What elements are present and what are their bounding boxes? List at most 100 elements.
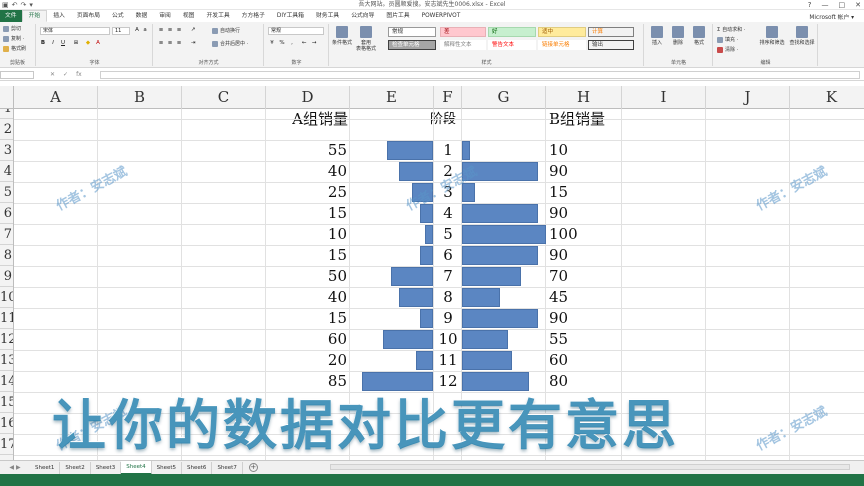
b-sales-cell[interactable]: 100 (546, 224, 578, 245)
tab-formula-wizard[interactable]: 公式向导 (345, 10, 380, 22)
row-header-16[interactable]: 16 (0, 413, 13, 434)
cell-style-5[interactable]: 检查单元格 (388, 40, 436, 50)
b-sales-cell[interactable]: 10 (546, 140, 568, 161)
a-sales-cell[interactable]: 15 (266, 308, 350, 329)
orientation-icon[interactable]: ↗ (190, 27, 196, 34)
stage-cell[interactable]: 11 (434, 350, 462, 371)
row-header-10[interactable]: 10 (0, 287, 13, 308)
row-header-9[interactable]: 9 (0, 266, 13, 287)
name-box[interactable] (0, 71, 34, 79)
b-sales-cell[interactable]: 60 (546, 350, 568, 371)
insert-cells-button[interactable]: 插入 (647, 26, 667, 46)
column-header-k[interactable]: K (790, 86, 864, 109)
column-header-b[interactable]: B (98, 86, 182, 109)
currency-icon[interactable]: ¥ (269, 40, 275, 47)
underline-button[interactable]: U (60, 40, 66, 47)
help-button[interactable]: ? (808, 0, 812, 10)
row-header-17[interactable]: 17 (0, 434, 13, 455)
number-format-select[interactable]: 常规 (268, 27, 324, 35)
row-header-14[interactable]: 14 (0, 371, 13, 392)
format-painter-button[interactable]: 格式刷 (3, 46, 26, 52)
tab-page-layout[interactable]: 页面布局 (71, 10, 106, 22)
tab-developer[interactable]: 开发工具 (200, 10, 235, 22)
cell-style-2[interactable]: 好 (488, 27, 536, 37)
find-select-button[interactable]: 查找和选择 (788, 26, 816, 46)
b-sales-cell[interactable]: 90 (546, 245, 568, 266)
enter-icon[interactable]: ✓ (63, 71, 68, 78)
row-header-6[interactable]: 6 (0, 203, 13, 224)
stage-cell[interactable]: 1 (434, 140, 462, 161)
comma-button[interactable]: , (289, 40, 295, 47)
row-header-8[interactable]: 8 (0, 245, 13, 266)
cell-style-8[interactable]: 链接单元格 (538, 40, 586, 50)
add-sheet-button[interactable]: + (248, 463, 258, 472)
a-sales-cell[interactable]: 55 (266, 140, 350, 161)
stage-cell[interactable]: 10 (434, 329, 462, 350)
grow-font-icon[interactable]: A (134, 27, 140, 34)
clear-button[interactable]: 清除 · (717, 47, 738, 53)
wrap-text-button[interactable]: 自动换行 (212, 28, 240, 34)
sheet-tab-sheet3[interactable]: Sheet3 (91, 461, 122, 474)
stage-cell[interactable]: 6 (434, 245, 462, 266)
tab-finance-tools[interactable]: 财务工具 (310, 10, 345, 22)
tab-powerpivot[interactable]: POWERPIVOT (416, 10, 467, 22)
fx-icon[interactable]: fx (76, 71, 82, 78)
align-right-icon[interactable]: ≡ (176, 40, 182, 47)
column-header-f[interactable]: F (434, 86, 462, 109)
font-color-icon[interactable]: A (95, 40, 101, 47)
a-sales-cell[interactable]: 15 (266, 203, 350, 224)
minimize-button[interactable]: — (822, 0, 829, 10)
stage-cell[interactable]: 8 (434, 287, 462, 308)
sheet-tab-sheet4[interactable]: Sheet4 (121, 460, 152, 475)
b-sales-cell[interactable]: 15 (546, 182, 568, 203)
horizontal-scrollbar[interactable] (330, 464, 850, 470)
cancel-icon[interactable]: ✕ (50, 71, 55, 78)
font-name-select[interactable]: 宋体 (40, 27, 110, 35)
conditional-format-button[interactable]: 条件格式 (332, 26, 352, 46)
sheet-tab-sheet7[interactable]: Sheet7 (212, 461, 243, 474)
row-header-2[interactable]: 2 (0, 119, 13, 140)
row-header-1[interactable]: 1 (0, 109, 13, 119)
align-top-icon[interactable]: ≡ (158, 27, 164, 34)
row-header-7[interactable]: 7 (0, 224, 13, 245)
stage-cell[interactable]: 9 (434, 308, 462, 329)
cut-button[interactable]: 剪切 (3, 26, 21, 32)
column-header-j[interactable]: J (706, 86, 790, 109)
tab-view[interactable]: 视图 (177, 10, 201, 22)
cell-style-6[interactable]: 解释性文本 (440, 40, 486, 50)
cell-style-0[interactable]: 常规 (388, 27, 436, 37)
tab-diy-toolbox[interactable]: DIY工具箱 (271, 10, 310, 22)
stage-cell[interactable]: 5 (434, 224, 462, 245)
delete-cells-button[interactable]: 删除 (668, 26, 688, 46)
tab-data[interactable]: 数据 (130, 10, 154, 22)
row-header-13[interactable]: 13 (0, 350, 13, 371)
tab-review[interactable]: 审阅 (153, 10, 177, 22)
fill-button[interactable]: 填充 · (717, 37, 738, 43)
column-header-i[interactable]: I (622, 86, 706, 109)
increase-decimal-icon[interactable]: ← (301, 40, 307, 47)
percent-button[interactable]: % (279, 40, 285, 47)
close-button[interactable]: ✕ (855, 0, 861, 10)
account-menu[interactable]: Microsoft 帐户 ▾ (809, 12, 864, 21)
sheet-tab-sheet6[interactable]: Sheet6 (182, 461, 213, 474)
autosum-button[interactable]: Σ 自动求和 · (717, 27, 745, 33)
bold-button[interactable]: B (40, 40, 46, 47)
format-cells-button[interactable]: 格式 (689, 26, 709, 46)
tab-file[interactable]: 文件 (0, 10, 22, 22)
shrink-font-icon[interactable]: a (142, 27, 148, 34)
tab-home[interactable]: 开始 (21, 10, 48, 22)
row-header-5[interactable]: 5 (0, 182, 13, 203)
cell-style-9[interactable]: 输出 (588, 40, 634, 50)
b-sales-cell[interactable]: 90 (546, 308, 568, 329)
format-as-table-button[interactable]: 套用 表格格式 (356, 26, 376, 52)
column-header-e[interactable]: E (350, 86, 434, 109)
tab-fangfang[interactable]: 方方格子 (236, 10, 271, 22)
italic-button[interactable]: I (50, 40, 56, 47)
a-sales-cell[interactable]: 25 (266, 182, 350, 203)
a-sales-cell[interactable]: 40 (266, 287, 350, 308)
a-sales-cell[interactable]: 50 (266, 266, 350, 287)
sort-filter-button[interactable]: 排序和筛选 (758, 26, 786, 46)
cell-style-7[interactable]: 警告文本 (488, 40, 536, 50)
stage-cell[interactable]: 4 (434, 203, 462, 224)
b-sales-cell[interactable]: 55 (546, 329, 568, 350)
